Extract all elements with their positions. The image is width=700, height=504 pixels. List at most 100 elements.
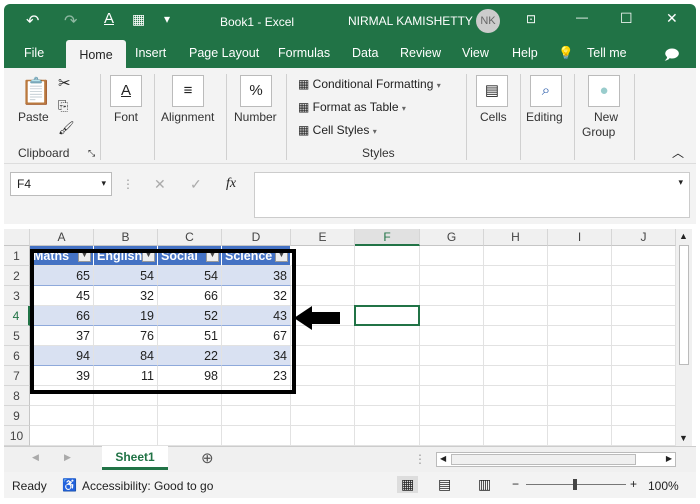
zoom-slider-thumb[interactable] xyxy=(573,479,577,490)
font-color-icon[interactable]: A xyxy=(104,10,114,27)
cell-H8[interactable] xyxy=(484,386,548,406)
customize-qat-icon[interactable]: ▾ xyxy=(164,12,170,26)
cell-E1[interactable] xyxy=(291,246,355,266)
cell-J3[interactable] xyxy=(612,286,676,306)
cell-F6[interactable] xyxy=(355,346,420,366)
cell-F7[interactable] xyxy=(355,366,420,386)
cell-I2[interactable] xyxy=(548,266,612,286)
comments-icon[interactable]: 🗩 xyxy=(664,44,680,68)
cell-I3[interactable] xyxy=(548,286,612,306)
cell-G4[interactable] xyxy=(420,306,484,326)
cell-E6[interactable] xyxy=(291,346,355,366)
cell-I9[interactable] xyxy=(548,406,612,426)
tab-insert[interactable]: Insert xyxy=(135,46,166,60)
tab-file[interactable]: File xyxy=(24,46,44,60)
copy-icon[interactable]: ⎘ xyxy=(58,98,68,114)
cell-F3[interactable] xyxy=(355,286,420,306)
zoom-level[interactable]: 100% xyxy=(648,479,679,493)
cell-G8[interactable] xyxy=(420,386,484,406)
cell-G1[interactable] xyxy=(420,246,484,266)
cell-E3[interactable] xyxy=(291,286,355,306)
cell-C9[interactable] xyxy=(158,406,222,426)
tab-help[interactable]: Help xyxy=(512,46,538,60)
editing-button[interactable]: Editing xyxy=(526,110,563,124)
cell-I1[interactable] xyxy=(548,246,612,266)
horizontal-scrollbar[interactable]: ◀ ▶ xyxy=(436,452,676,467)
font-button[interactable]: Font xyxy=(114,110,138,124)
row-header-6[interactable]: 6 xyxy=(4,346,30,366)
maximize-button[interactable]: ☐ xyxy=(620,10,633,27)
row-header-1[interactable]: 1 xyxy=(4,246,30,266)
cell-J8[interactable] xyxy=(612,386,676,406)
cell-I10[interactable] xyxy=(548,426,612,446)
new-group-label-1[interactable]: New xyxy=(594,110,618,124)
column-header-J[interactable]: J xyxy=(612,229,676,246)
cell-H2[interactable] xyxy=(484,266,548,286)
row-header-8[interactable]: 8 xyxy=(4,386,30,406)
tab-data[interactable]: Data xyxy=(352,46,378,60)
cell-J6[interactable] xyxy=(612,346,676,366)
cell-J5[interactable] xyxy=(612,326,676,346)
cell-A10[interactable] xyxy=(30,426,94,446)
tab-review[interactable]: Review xyxy=(400,46,441,60)
paste-button[interactable]: Paste xyxy=(18,110,49,124)
cell-J9[interactable] xyxy=(612,406,676,426)
column-header-D[interactable]: D xyxy=(222,229,291,246)
row-header-4[interactable]: 4 xyxy=(4,306,30,326)
avatar[interactable]: NK xyxy=(476,9,500,33)
page-layout-view-icon[interactable]: ▤ xyxy=(438,476,451,493)
zoom-out-icon[interactable]: − xyxy=(512,477,519,491)
cell-D10[interactable] xyxy=(222,426,291,446)
tab-page-layout[interactable]: Page Layout xyxy=(189,46,259,60)
tell-me-search[interactable]: Tell me xyxy=(587,46,627,60)
cell-H7[interactable] xyxy=(484,366,548,386)
vertical-scrollbar[interactable]: ▲ ▼ xyxy=(676,229,692,446)
formula-input[interactable]: ▾ xyxy=(254,172,690,218)
cell-C10[interactable] xyxy=(158,426,222,446)
number-button[interactable]: Number xyxy=(234,110,277,124)
conditional-formatting-button[interactable]: ▦ Conditional Formatting ▾ xyxy=(298,77,441,91)
cell-B9[interactable] xyxy=(94,406,158,426)
cell-A9[interactable] xyxy=(30,406,94,426)
cell-H5[interactable] xyxy=(484,326,548,346)
cell-F1[interactable] xyxy=(355,246,420,266)
cell-B10[interactable] xyxy=(94,426,158,446)
normal-view-icon[interactable]: ▦ xyxy=(397,476,419,493)
cell-J7[interactable] xyxy=(612,366,676,386)
row-header-7[interactable]: 7 xyxy=(4,366,30,386)
column-header-A[interactable]: A xyxy=(30,229,94,246)
cell-I7[interactable] xyxy=(548,366,612,386)
split-handle-icon[interactable]: ⋮ xyxy=(414,452,426,466)
paste-icon[interactable]: 📋 xyxy=(20,76,52,107)
tab-home[interactable]: Home xyxy=(66,40,126,68)
new-group-label-2[interactable]: Group xyxy=(582,125,615,139)
new-group-icon[interactable]: ● xyxy=(588,75,620,107)
cell-E8[interactable] xyxy=(291,386,355,406)
cell-G6[interactable] xyxy=(420,346,484,366)
cell-J1[interactable] xyxy=(612,246,676,266)
cell-G5[interactable] xyxy=(420,326,484,346)
borders-icon[interactable]: ▦ xyxy=(132,11,145,28)
cell-G7[interactable] xyxy=(420,366,484,386)
cell-J10[interactable] xyxy=(612,426,676,446)
cell-styles-button[interactable]: ▦ Cell Styles ▾ xyxy=(298,123,377,137)
cell-G3[interactable] xyxy=(420,286,484,306)
worksheet-grid[interactable]: A B C D E F G H I J 1 Maths ▼ English ▼ Social ▼ Science ▼… xyxy=(4,229,676,446)
cell-I6[interactable] xyxy=(548,346,612,366)
cancel-icon[interactable]: ✕ xyxy=(154,176,166,193)
cell-F5[interactable] xyxy=(355,326,420,346)
search-icon[interactable]: ⌕ xyxy=(530,75,562,107)
cell-E7[interactable] xyxy=(291,366,355,386)
cell-E10[interactable] xyxy=(291,426,355,446)
accessibility-status[interactable]: Accessibility: Good to go xyxy=(82,479,213,493)
close-button[interactable]: ✕ xyxy=(666,10,678,27)
row-header-9[interactable]: 9 xyxy=(4,406,30,426)
row-header-5[interactable]: 5 xyxy=(4,326,30,346)
cell-H6[interactable] xyxy=(484,346,548,366)
cell-E9[interactable] xyxy=(291,406,355,426)
cell-J4[interactable] xyxy=(612,306,676,326)
column-header-E[interactable]: E xyxy=(291,229,355,246)
dialog-launcher-icon[interactable]: ⤡ xyxy=(88,148,95,159)
row-header-2[interactable]: 2 xyxy=(4,266,30,286)
cell-H9[interactable] xyxy=(484,406,548,426)
